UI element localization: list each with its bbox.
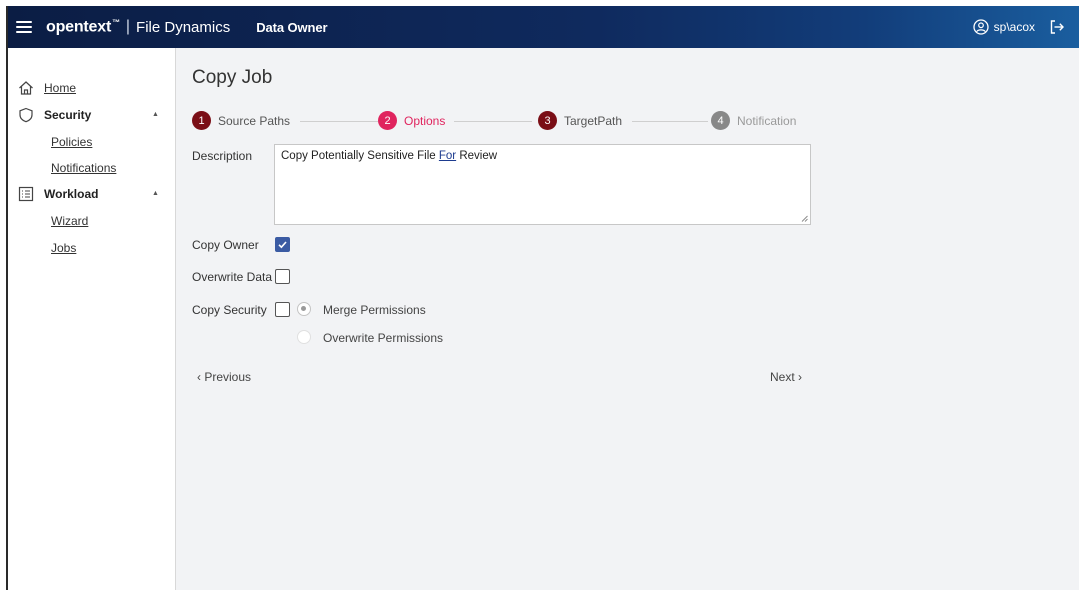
app-header: opentext™ | File Dynamics Data Owner sp\… xyxy=(8,6,1079,48)
step-options[interactable]: 2 Options xyxy=(378,111,445,130)
step-number: 4 xyxy=(711,111,730,130)
header-user-area: sp\acox xyxy=(972,19,1065,35)
list-icon xyxy=(18,186,34,202)
page-title: Copy Job xyxy=(192,67,273,88)
logout-icon[interactable] xyxy=(1049,19,1065,35)
sidebar-item-wizard[interactable]: Wizard xyxy=(51,214,88,228)
sidebar-item-home[interactable]: Home xyxy=(18,80,76,96)
overwrite-permissions-radio[interactable] xyxy=(297,330,311,344)
chevron-up-icon[interactable]: ▲ xyxy=(152,190,159,197)
description-textarea[interactable]: Copy Potentially Sensitive File For Revi… xyxy=(274,144,811,225)
overwrite-data-label: Overwrite Data xyxy=(192,270,273,284)
step-label: Source Paths xyxy=(218,113,291,128)
step-target-path[interactable]: 3 TargetPath xyxy=(538,111,622,130)
step-number: 2 xyxy=(378,111,397,130)
shield-icon xyxy=(19,107,33,123)
copy-security-label: Copy Security xyxy=(192,303,267,317)
copy-security-checkbox[interactable] xyxy=(275,302,290,317)
product-name: File Dynamics xyxy=(136,18,231,36)
sidebar-item-jobs[interactable]: Jobs xyxy=(51,241,76,255)
sidebar-item-label[interactable]: Home xyxy=(44,81,76,95)
sidebar-section-security[interactable]: Security xyxy=(18,107,91,123)
step-number: 3 xyxy=(538,111,557,130)
window-frame xyxy=(0,0,8,590)
wizard-stepper: 1 Source Paths 2 Options 3 TargetPath 4 … xyxy=(192,111,812,131)
sidebar-item-policies[interactable]: Policies xyxy=(51,135,92,149)
stepper-connector xyxy=(632,121,708,122)
description-label: Description xyxy=(192,149,253,163)
overwrite-data-checkbox[interactable] xyxy=(275,269,290,284)
context-title: Data Owner xyxy=(256,19,328,35)
step-label: TargetPath xyxy=(564,113,623,128)
step-notification[interactable]: 4 Notification xyxy=(711,111,796,130)
step-label: Notification xyxy=(737,113,797,128)
brand-logo: opentext™ xyxy=(46,17,120,36)
step-label: Options xyxy=(404,113,446,128)
merge-permissions-label: Merge Permissions xyxy=(323,303,426,317)
checkmark-icon xyxy=(278,241,287,249)
chevron-up-icon[interactable]: ▲ xyxy=(152,111,159,118)
stepper-connector xyxy=(454,121,532,122)
brand-separator: | xyxy=(125,18,131,35)
step-source-paths[interactable]: 1 Source Paths xyxy=(192,111,290,130)
main-content: Copy Job 1 Source Paths 2 Options 3 Targ… xyxy=(176,48,1079,590)
step-number: 1 xyxy=(192,111,211,130)
username[interactable]: sp\acox xyxy=(994,20,1035,34)
home-icon xyxy=(19,81,33,95)
previous-button[interactable]: ‹ Previous xyxy=(197,370,251,384)
resize-grip-icon[interactable] xyxy=(801,215,808,222)
user-icon[interactable] xyxy=(972,19,989,35)
copy-owner-label: Copy Owner xyxy=(192,238,259,252)
sidebar-item-notifications[interactable]: Notifications xyxy=(51,161,116,175)
sidebar: Home Security ▲ Policies Notifications W… xyxy=(8,48,176,590)
hamburger-menu-icon[interactable] xyxy=(16,21,32,33)
next-button[interactable]: Next › xyxy=(770,370,802,384)
merge-permissions-radio[interactable] xyxy=(297,302,311,316)
spellcheck-word: For xyxy=(438,150,457,162)
stepper-connector xyxy=(300,121,378,122)
sidebar-section-workload[interactable]: Workload xyxy=(18,186,98,202)
copy-owner-checkbox[interactable] xyxy=(275,237,290,252)
overwrite-permissions-label: Overwrite Permissions xyxy=(323,331,444,345)
